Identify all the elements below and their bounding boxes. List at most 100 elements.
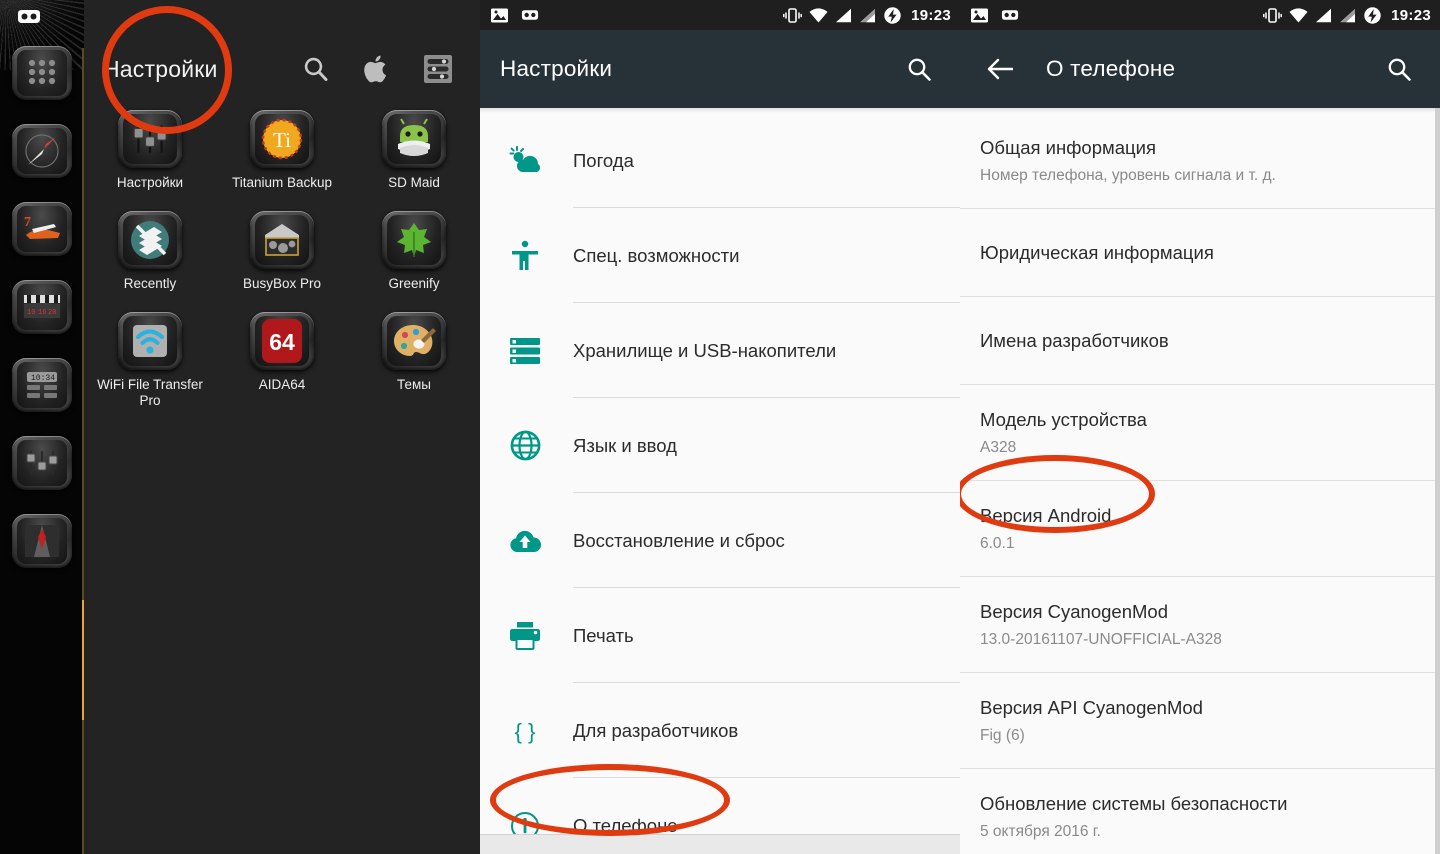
search-icon[interactable] — [299, 52, 333, 86]
browser-compass-icon — [25, 134, 59, 168]
launcher-panel: 7 10 16 20 10:34 Настройки Настройки Ti … — [0, 0, 480, 854]
app-icon — [382, 110, 446, 168]
app-label: BusyBox Pro — [242, 276, 322, 291]
settings-row-label: Погода — [573, 149, 634, 171]
image-icon — [491, 8, 508, 22]
svg-text:7: 7 — [24, 215, 31, 230]
app-item-themes[interactable]: Темы — [348, 312, 480, 409]
dock-item-browser[interactable] — [12, 124, 72, 178]
about-row-general-info[interactable]: Общая информация Номер телефона, уровень… — [960, 113, 1440, 209]
launcher-header: Настройки — [84, 30, 480, 108]
settings-row-developer-options[interactable]: { } Для разработчиков — [480, 683, 960, 778]
dock-item-video[interactable]: 10 16 20 — [12, 280, 72, 334]
settings-row-accessibility[interactable]: Спец. возможности — [480, 208, 960, 303]
about-row-title: Версия CyanogenMod — [980, 601, 1168, 622]
app-icon: Ti — [250, 110, 314, 168]
dock-item-racing-game[interactable]: 7 — [12, 202, 72, 256]
status-bar-right-icons: 19:23 — [783, 6, 951, 25]
navigation-band — [480, 834, 960, 854]
settings-row-printing[interactable]: Печать — [480, 588, 960, 683]
app-item-aida64[interactable]: 64 AIDA64 — [216, 312, 348, 409]
cyanogenmod-icon — [1001, 10, 1019, 20]
back-arrow-icon[interactable] — [978, 46, 1024, 92]
busybox-icon — [265, 224, 299, 256]
about-row-title: Имена разработчиков — [980, 330, 1169, 351]
settings-row-label: Для разработчиков — [573, 719, 739, 741]
about-row-android-version[interactable]: Версия Android 6.0.1 — [960, 481, 1440, 577]
dock-item-dialer[interactable] — [12, 46, 72, 100]
dialer-icon — [28, 59, 56, 85]
settings-panel-icon[interactable] — [421, 52, 455, 86]
globe-language-icon — [496, 430, 554, 461]
about-phone-list: Общая информация Номер телефона, уровень… — [960, 113, 1440, 854]
app-item-titanium-backup[interactable]: Ti Titanium Backup — [216, 110, 348, 191]
image-icon — [971, 8, 988, 22]
app-item-wifi-file-transfer-pro[interactable]: WiFi File Transfer Pro — [84, 312, 216, 409]
racing-game-icon: 7 — [24, 215, 60, 239]
launcher-title: Настройки — [103, 55, 218, 82]
video-clapper-icon: 10 16 20 — [24, 295, 60, 318]
about-row-subtitle: 5 октября 2016 г. — [980, 823, 1101, 840]
signal-sim1-icon — [836, 8, 852, 22]
settings-row-language-input[interactable]: Язык и ввод — [480, 398, 960, 493]
about-row-developer-names[interactable]: Имена разработчиков — [960, 297, 1440, 385]
svg-text:Ti: Ti — [273, 128, 291, 152]
wifi-icon — [1289, 7, 1308, 23]
about-row-cyanogenmod-api-version[interactable]: Версия API CyanogenMod Fig (6) — [960, 673, 1440, 769]
about-row-subtitle: 13.0-20161107-UNOFFICIAL-A328 — [980, 631, 1222, 648]
status-bar-clock: 19:23 — [911, 6, 951, 24]
storage-icon — [496, 337, 554, 365]
status-bar: 19:23 — [960, 0, 1440, 30]
about-row-cyanogenmod-version[interactable]: Версия CyanogenMod 13.0-20161107-UNOFFIC… — [960, 577, 1440, 673]
dock-item-contacts[interactable] — [12, 514, 72, 568]
vertical-scrollbar[interactable] — [1435, 108, 1440, 854]
wifi-icon — [809, 7, 828, 23]
about-row-legal-info[interactable]: Юридическая информация — [960, 209, 1440, 297]
dock-item-settings[interactable] — [12, 436, 72, 490]
settings-row-backup-reset[interactable]: Восстановление и сброс — [480, 493, 960, 588]
app-icon: 64 — [250, 312, 314, 370]
apple-logo-icon[interactable] — [360, 52, 394, 86]
settings-appbar: Настройки — [480, 30, 960, 108]
battery-charging-icon — [884, 6, 901, 24]
status-bar-right-icons: 19:23 — [1263, 6, 1431, 25]
accessibility-icon — [496, 240, 554, 272]
about-phone-panel: 19:23 О телефоне Общая информация Номер … — [960, 0, 1440, 854]
app-item-sd-maid[interactable]: SD Maid — [348, 110, 480, 191]
app-label: Greenify — [388, 276, 440, 291]
page-title: Настройки — [500, 56, 613, 81]
page-title: О телефоне — [1046, 56, 1176, 81]
signal-sim1-icon — [1316, 8, 1332, 22]
settings-list: Погода Спец. возможности Хранилище и USB… — [480, 113, 960, 854]
weather-icon — [496, 145, 554, 177]
about-row-device-model[interactable]: Модель устройства A328 — [960, 385, 1440, 481]
app-item-greenify[interactable]: Greenify — [348, 211, 480, 292]
settings-sliders-icon — [133, 125, 167, 153]
dock-item-calculator[interactable]: 10:34 — [12, 358, 72, 412]
search-icon[interactable] — [1376, 46, 1422, 92]
search-icon[interactable] — [896, 46, 942, 92]
recently-icon — [131, 221, 169, 259]
settings-row-weather[interactable]: Погода — [480, 113, 960, 208]
settings-panel: 19:23 Настройки Погода Спец. возможности… — [480, 0, 960, 854]
settings-sliders-icon — [26, 451, 58, 475]
about-row-security-patch[interactable]: Обновление системы безопасности 5 октябр… — [960, 769, 1440, 854]
wifi-transfer-icon — [133, 325, 167, 357]
app-label: AIDA64 — [258, 377, 306, 392]
cyanogenmod-icon — [521, 10, 539, 20]
svg-text:10:34: 10:34 — [31, 374, 55, 383]
svg-text:{ }: { } — [515, 719, 536, 744]
app-item-recently[interactable]: Recently — [84, 211, 216, 292]
app-item-settings[interactable]: Настройки — [84, 110, 216, 191]
about-row-subtitle: A328 — [980, 439, 1017, 456]
braces-developer-icon: { } — [496, 716, 554, 746]
settings-row-label: Спец. возможности — [573, 244, 740, 266]
settings-row-label: Хранилище и USB-накопители — [573, 339, 837, 361]
app-item-busybox-pro[interactable]: BusyBox Pro — [216, 211, 348, 292]
about-row-subtitle: Номер телефона, уровень сигнала и т. д. — [980, 167, 1276, 184]
printer-icon — [496, 621, 554, 651]
settings-row-label: Язык и ввод — [573, 434, 677, 456]
dock: 7 10 16 20 10:34 — [0, 46, 84, 592]
svg-text:64: 64 — [269, 329, 295, 355]
settings-row-storage[interactable]: Хранилище и USB-накопители — [480, 303, 960, 398]
